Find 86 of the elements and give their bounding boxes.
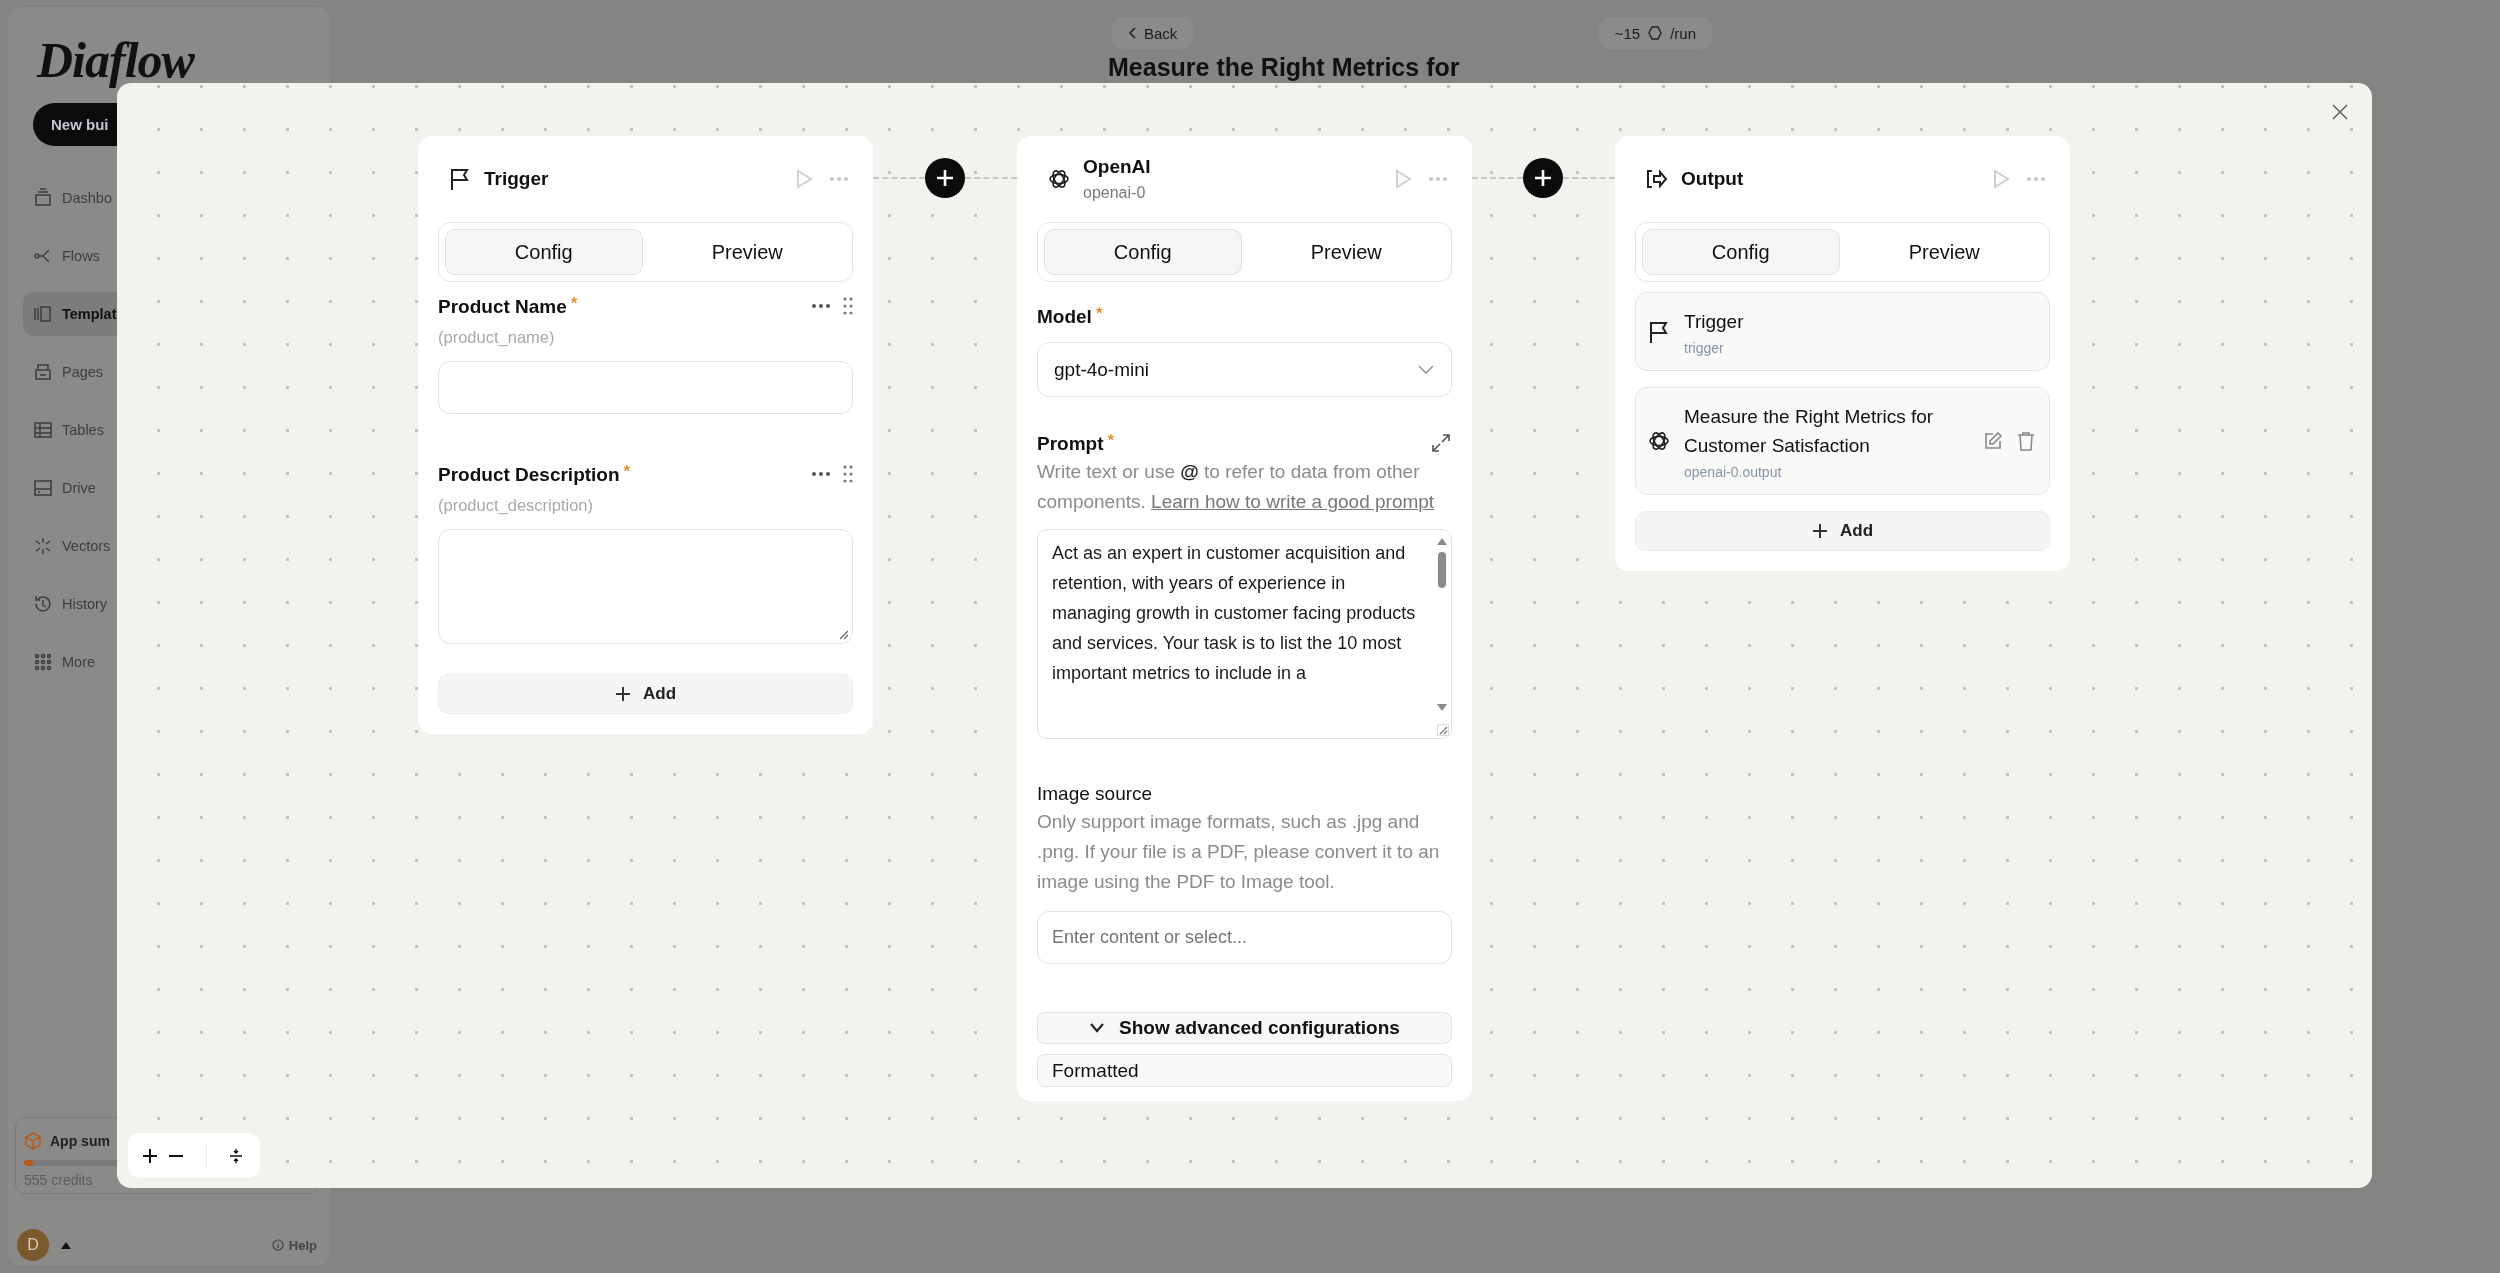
sparkle-icon	[33, 536, 53, 556]
fit-view-button[interactable]	[229, 1147, 243, 1164]
output-key: trigger	[1684, 340, 1744, 356]
table-icon	[33, 420, 53, 440]
avatar[interactable]: D	[17, 1229, 49, 1261]
field-label: Product Name $^{*}$	[438, 294, 578, 318]
expand-icon[interactable]	[1430, 432, 1452, 454]
field-label: Prompt $^{*}$	[1037, 431, 1115, 455]
chevron-left-icon	[1128, 27, 1136, 39]
format-field[interactable]: Formatted	[1037, 1054, 1452, 1087]
input-field[interactable]: Enter content or select...	[1037, 911, 1452, 964]
node-title: OpenAI	[1083, 156, 1151, 178]
grid-icon	[33, 652, 53, 672]
drive-icon	[33, 478, 53, 498]
more-icon[interactable]	[811, 471, 831, 477]
variable-name: (product_name)	[438, 328, 556, 347]
cost-amount: ~15	[1614, 24, 1641, 42]
tab[interactable]: Preview	[648, 229, 846, 275]
output-key: openai-0.output	[1684, 464, 1934, 480]
field-label: Product Description $^{*}$	[438, 462, 631, 486]
chevron-down-icon	[1417, 364, 1435, 375]
connector-line	[965, 177, 1017, 179]
node-title: Output	[1681, 168, 1744, 190]
add-button[interactable]: Add	[1635, 511, 2050, 551]
close-icon	[2331, 103, 2349, 121]
add-node-button[interactable]	[1523, 158, 1563, 198]
zoom-in-button[interactable]	[142, 1147, 158, 1164]
page-title: Measure the Right Metrics for	[1108, 53, 1461, 82]
connector-line	[873, 177, 925, 179]
edit-icon[interactable]	[1983, 431, 2003, 451]
flag-icon	[449, 167, 471, 191]
output-title: Trigger	[1684, 310, 1744, 334]
cube-icon	[24, 1132, 42, 1150]
plus-icon	[1811, 523, 1828, 539]
minus-icon	[168, 1154, 184, 1157]
field-label: Model $^{*}$	[1037, 304, 1103, 328]
output-item[interactable]: Trigger trigger	[1635, 292, 2050, 371]
add-node-button[interactable]	[925, 158, 965, 198]
plus-icon	[1534, 169, 1552, 187]
collapse-icon	[229, 1147, 243, 1164]
plus-icon	[142, 1147, 158, 1164]
node-subtitle: openai-0	[1083, 184, 1147, 202]
caret-up-icon[interactable]	[61, 1241, 71, 1249]
cost-unit: /run	[1670, 24, 1696, 42]
plus-icon	[614, 686, 631, 702]
prompt-hint: Write text or use @ to refer to data from other components. Learn how to write a good prompt	[1037, 460, 1436, 514]
chevron-down-icon	[1089, 1023, 1106, 1033]
back-button[interactable]: Back	[1112, 17, 1194, 49]
tab[interactable]: Preview	[1247, 229, 1445, 275]
variable-name: (product_description)	[438, 496, 594, 515]
advanced-toggle[interactable]: Show advanced configurations	[1037, 1012, 1452, 1044]
output-title: Measure the Right Metrics for Customer Satisfaction	[1684, 405, 1934, 458]
tab[interactable]: Config	[1642, 229, 1840, 275]
connector-line	[1472, 177, 1523, 179]
node-title: Trigger	[484, 168, 549, 190]
knot-icon	[1648, 430, 1670, 452]
exit-icon	[1645, 168, 1669, 190]
output-item[interactable]: Measure the Right Metrics for Customer Satisfaction openai-0.output	[1635, 387, 2050, 495]
connector-line	[1563, 177, 1615, 179]
history-icon	[33, 594, 53, 614]
model-select[interactable]: gpt-4o-mini	[1037, 342, 1452, 397]
plus-icon	[936, 169, 954, 187]
knot-icon	[1048, 168, 1070, 190]
cards-icon	[33, 304, 53, 324]
usage-title: App sum	[50, 1133, 110, 1149]
tab[interactable]: Config	[1044, 229, 1242, 275]
info-icon	[271, 1239, 284, 1251]
resize-handle-icon[interactable]	[839, 630, 849, 640]
logo: Diaflow	[37, 31, 194, 89]
drag-handle-icon[interactable]	[843, 465, 853, 483]
zoom-out-button[interactable]	[168, 1154, 184, 1157]
layers-icon	[33, 188, 53, 208]
more-icon[interactable]	[811, 303, 831, 309]
tab[interactable]: Config	[445, 229, 643, 275]
add-button[interactable]: Add	[438, 674, 853, 714]
flag-icon	[1648, 319, 1670, 344]
help-link[interactable]: Learn how to write a good prompt	[1151, 491, 1435, 512]
hexagon-icon	[1648, 26, 1663, 40]
prompt-field[interactable]: Act as an expert in customer acquisition and retention, with years of experience in managing growth in customer facing products and services. Your task is to list the 10 most important metrics to include in a	[1037, 529, 1452, 739]
field-hint: Only support image formats, such as .jpg and .png. If your file is a PDF, please convert it to an image using the PDF to Image tool.	[1037, 810, 1441, 894]
drag-handle-icon[interactable]	[843, 297, 853, 315]
field-label: Image source	[1037, 783, 1153, 805]
tab[interactable]: Preview	[1845, 229, 2043, 275]
printer-icon	[33, 362, 53, 382]
input-field[interactable]	[438, 361, 853, 414]
trash-icon[interactable]	[2017, 431, 2035, 451]
